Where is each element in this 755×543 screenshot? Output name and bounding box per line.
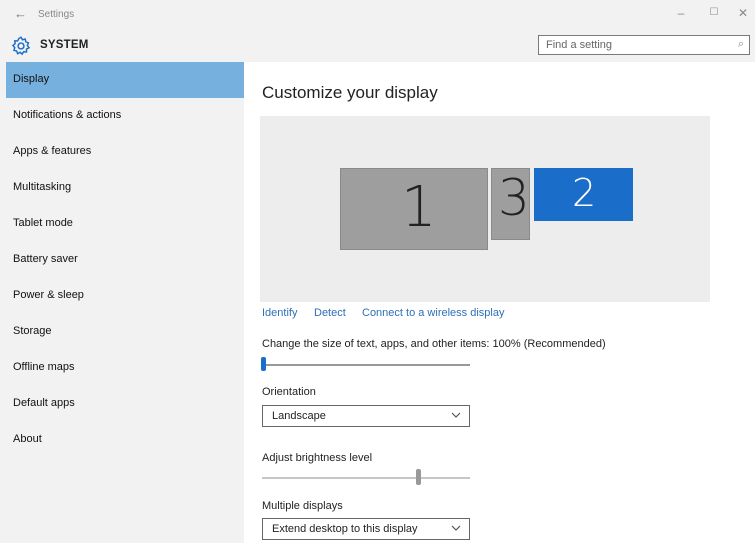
sidebar-item-tablet-mode[interactable]: Tablet mode <box>6 206 244 242</box>
monitor-number: 1 <box>401 175 437 240</box>
identify-link[interactable]: Identify <box>262 307 297 319</box>
search-placeholder: Find a setting <box>546 39 613 51</box>
sidebar-item-about[interactable]: About <box>6 422 244 458</box>
monitor-number: 2 <box>572 171 597 215</box>
sidebar-item-label: About <box>13 433 42 445</box>
scale-slider-thumb[interactable] <box>261 357 266 371</box>
monitor-number: 3 <box>498 169 530 227</box>
multiple-displays-value: Extend desktop to this display <box>272 523 418 535</box>
multiple-displays-dropdown[interactable]: Extend desktop to this display <box>262 518 470 540</box>
sidebar-item-label: Offline maps <box>13 361 75 373</box>
section-title: SYSTEM <box>40 39 89 51</box>
brightness-slider[interactable] <box>262 477 470 479</box>
search-icon[interactable]: ⌕ <box>738 38 744 51</box>
orientation-value: Landscape <box>272 410 326 422</box>
sidebar-item-multitasking[interactable]: Multitasking <box>6 170 244 206</box>
sidebar-item-default-apps[interactable]: Default apps <box>6 386 244 422</box>
minimize-icon[interactable]: – <box>671 6 691 20</box>
sidebar-item-label: Tablet mode <box>13 217 73 229</box>
sidebar-item-label: Display <box>13 73 50 85</box>
scale-slider[interactable] <box>262 364 470 366</box>
sidebar-item-label: Notifications & actions <box>13 109 122 121</box>
monitor-1[interactable]: 1 <box>340 168 488 250</box>
sidebar-item-notifications[interactable]: Notifications & actions <box>6 98 244 134</box>
chevron-down-icon <box>451 412 461 418</box>
sidebar-item-label: Storage <box>13 325 52 337</box>
sidebar-item-apps-features[interactable]: Apps & features <box>6 134 244 170</box>
gear-icon <box>11 36 31 56</box>
monitor-3[interactable]: 3 <box>491 168 530 240</box>
page-title: Customize your display <box>262 83 438 102</box>
search-input[interactable]: Find a setting ⌕ <box>538 35 750 55</box>
sidebar-item-label: Default apps <box>13 397 75 409</box>
sidebar-item-label: Multitasking <box>13 181 72 193</box>
maximize-icon[interactable]: ☐ <box>704 7 724 18</box>
brightness-slider-thumb[interactable] <box>416 469 421 485</box>
sidebar-item-label: Battery saver <box>13 253 78 265</box>
sidebar-item-display[interactable]: Display <box>6 62 244 98</box>
orientation-dropdown[interactable]: Landscape <box>262 405 470 427</box>
detect-link[interactable]: Detect <box>314 307 346 319</box>
title-bar: ← Settings – ☐ ✕ <box>0 0 755 30</box>
display-arrangement-preview: 1 3 2 <box>260 116 710 302</box>
sidebar-item-offline-maps[interactable]: Offline maps <box>6 350 244 386</box>
chevron-down-icon <box>451 525 461 531</box>
multiple-displays-label: Multiple displays <box>262 500 343 512</box>
sidebar: Display Notifications & actions Apps & f… <box>6 62 244 543</box>
sidebar-item-power-sleep[interactable]: Power & sleep <box>6 278 244 314</box>
brightness-label: Adjust brightness level <box>262 452 373 464</box>
main-content: Customize your display 1 3 2 Identify De… <box>244 62 755 543</box>
orientation-label: Orientation <box>262 386 316 398</box>
close-icon[interactable]: ✕ <box>733 6 753 20</box>
sidebar-item-label: Apps & features <box>13 145 92 157</box>
scale-label: Change the size of text, apps, and other… <box>262 338 606 350</box>
sidebar-item-storage[interactable]: Storage <box>6 314 244 350</box>
connect-wireless-display-link[interactable]: Connect to a wireless display <box>362 307 504 319</box>
sidebar-item-label: Power & sleep <box>13 289 84 301</box>
sidebar-item-battery-saver[interactable]: Battery saver <box>6 242 244 278</box>
window-title: Settings <box>38 9 75 20</box>
monitor-2[interactable]: 2 <box>534 168 633 221</box>
back-arrow-icon[interactable]: ← <box>14 6 27 21</box>
